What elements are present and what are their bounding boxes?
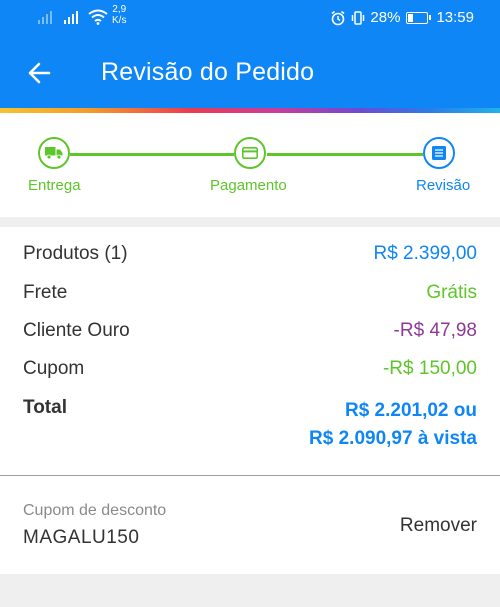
total-value-installments: R$ 2.201,02 ou <box>344 400 477 421</box>
back-arrow-icon[interactable] <box>26 60 52 86</box>
summary-value: -R$ 150,00 <box>382 358 477 379</box>
summary-row-frete: Frete Grátis <box>23 282 477 308</box>
summary-row-produtos: Produtos (1) R$ 2.399,00 <box>23 243 477 269</box>
checkout-stepper: Entrega Pagamento Revisão <box>0 113 500 217</box>
total-label: Total <box>23 397 67 418</box>
list-icon <box>432 146 446 160</box>
network-speed-unit: K/s <box>112 15 127 26</box>
battery-icon <box>406 11 432 24</box>
step-label-entrega: Entrega <box>28 177 81 194</box>
step-label-revisao: Revisão <box>416 177 471 194</box>
coupon-section: Cupom de desconto MAGALU150 Remover <box>0 476 500 574</box>
order-summary: Produtos (1) R$ 2.399,00 Frete Grátis Cl… <box>0 227 500 475</box>
step-pagamento[interactable] <box>234 137 266 169</box>
summary-label: Cupom <box>23 358 85 379</box>
step-entrega[interactable] <box>38 137 70 169</box>
summary-value: -R$ 47,98 <box>393 320 477 341</box>
card-icon <box>242 147 258 159</box>
vibrate-icon <box>352 10 365 25</box>
alarm-icon <box>331 10 345 25</box>
battery-percent: 28% <box>370 9 401 26</box>
section-divider <box>0 217 500 227</box>
network-speed-value: 2,9 <box>112 4 127 15</box>
network-speed: 2,9 K/s <box>112 4 126 26</box>
coupon-label: Cupom de desconto <box>23 502 167 519</box>
bottom-spacer <box>0 574 500 607</box>
page-title: Revisão do Pedido <box>101 58 315 86</box>
app-bar: Revisão do Pedido <box>0 36 500 108</box>
stepper-connector-2 <box>267 153 423 156</box>
truck-icon <box>45 147 63 160</box>
wifi-icon <box>88 9 108 25</box>
remove-coupon-button[interactable]: Remover <box>400 515 477 537</box>
summary-label: Cliente Ouro <box>23 320 130 341</box>
signal-sim2-icon <box>64 10 80 24</box>
stepper-connector-1 <box>70 153 234 156</box>
status-bar: 2,9 K/s 28% 13:59 <box>0 0 500 36</box>
coupon-code: MAGALU150 <box>23 527 140 548</box>
total-value-cash: R$ 2.090,97 à vista <box>309 428 477 449</box>
summary-row-cliente-ouro: Cliente Ouro -R$ 47,98 <box>23 320 477 346</box>
summary-label: Frete <box>23 282 68 303</box>
step-revisao[interactable] <box>423 137 455 169</box>
summary-row-cupom: Cupom -R$ 150,00 <box>23 358 477 384</box>
status-time: 13:59 <box>436 9 474 26</box>
signal-sim1-icon <box>38 10 54 24</box>
summary-value: Grátis <box>426 282 477 303</box>
total-value: R$ 2.201,02 ou R$ 2.090,97 à vista <box>309 397 477 453</box>
summary-value: R$ 2.399,00 <box>373 243 477 264</box>
step-label-pagamento: Pagamento <box>210 177 287 194</box>
summary-label: Produtos (1) <box>23 243 128 264</box>
